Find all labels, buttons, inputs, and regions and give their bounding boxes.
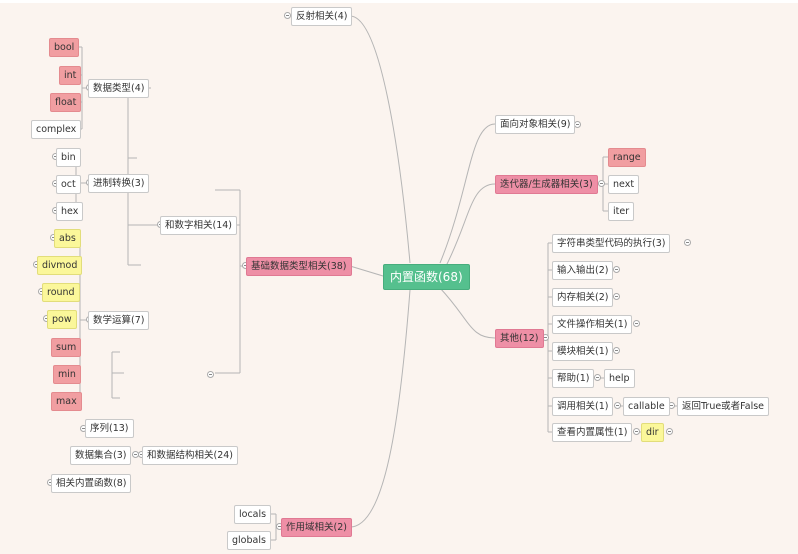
link-reflection [349,15,411,264]
collapse-toggle-module[interactable] [613,347,620,354]
node-max[interactable]: max [51,392,82,411]
node-min[interactable]: min [53,365,81,384]
collapse-toggle-exec[interactable] [684,239,691,246]
node-reflection[interactable]: 反射相关(4) [291,7,353,26]
bracket-math2 [111,351,124,399]
link-oop [439,123,496,264]
collapse-toggle-io[interactable] [613,266,620,273]
collapse-toggle-call[interactable] [614,402,621,409]
node-oop[interactable]: 面向对象相关(9) [495,115,576,134]
node-other-exec[interactable]: 字符串类型代码的执行(3) [552,234,671,253]
node-convert[interactable]: 进制转换(3) [88,174,150,193]
node-other-io[interactable]: 输入输出(2) [552,261,614,280]
node-bin[interactable]: bin [56,148,81,167]
node-basic[interactable]: 基础数据类型相关(38) [246,257,352,276]
node-hex[interactable]: hex [56,202,84,221]
link-basic [349,265,384,277]
node-other-module[interactable]: 模块相关(1) [552,342,614,361]
node-scope[interactable]: 作用域相关(2) [281,518,352,537]
collapse-toggle-attr[interactable] [633,428,640,435]
node-int[interactable]: int [59,66,82,85]
node-sum[interactable]: sum [51,338,82,357]
node-datastruct[interactable]: 和数据结构相关(24) [142,446,239,465]
node-collection[interactable]: 数据集合(3) [70,446,132,465]
node-related[interactable]: 相关内置函数(8) [51,474,132,493]
node-help-leaf[interactable]: help [604,369,635,388]
link-scope [349,289,411,528]
collapse-toggle-mem[interactable] [613,293,620,300]
node-other-memory[interactable]: 内存相关(2) [552,288,614,307]
collapse-toggle-file[interactable] [633,320,640,327]
node-other-help[interactable]: 帮助(1) [552,369,595,388]
link-other [439,287,496,339]
node-scope-globals[interactable]: globals [227,531,271,550]
node-callable-leaf[interactable]: callable [623,397,670,416]
node-oct[interactable]: oct [56,175,81,194]
node-datatype[interactable]: 数据类型(4) [88,79,150,98]
node-dir-leaf[interactable]: dir [641,423,664,442]
node-iter-range[interactable]: range [608,148,646,167]
node-bool[interactable]: bool [49,38,80,57]
bracket-number [127,80,160,266]
collapse-toggle-basic-lower[interactable] [207,371,214,378]
collapse-toggle-iter[interactable] [598,180,605,187]
node-other[interactable]: 其他(12) [495,329,544,348]
node-other-call[interactable]: 调用相关(1) [552,397,614,416]
node-sequence[interactable]: 序列(13) [85,419,134,438]
node-scope-locals[interactable]: locals [234,505,272,524]
collapse-toggle-help[interactable] [594,374,601,381]
node-float[interactable]: float [50,93,82,112]
collapse-toggle-reflection[interactable] [284,12,291,19]
node-round[interactable]: round [42,283,80,302]
node-other-file[interactable]: 文件操作相关(1) [552,315,633,334]
node-abs[interactable]: abs [54,229,81,248]
node-iter-iter[interactable]: iter [608,202,635,221]
node-divmod[interactable]: divmod [37,256,83,275]
collapse-toggle-oop[interactable] [574,121,581,128]
node-callable-note[interactable]: 返回True或者False [677,397,770,416]
node-iter-next[interactable]: next [608,175,640,194]
root-node[interactable]: 内置函数(68) [383,264,470,290]
node-iter[interactable]: 迭代器/生成器相关(3) [495,175,598,194]
node-number[interactable]: 和数字相关(14) [160,216,238,235]
node-pow[interactable]: pow [47,310,77,329]
node-other-attr[interactable]: 查看内置属性(1) [552,423,633,442]
node-math[interactable]: 数学运算(7) [88,311,150,330]
node-complex[interactable]: complex [31,120,82,139]
collapse-toggle-dir[interactable] [666,428,673,435]
